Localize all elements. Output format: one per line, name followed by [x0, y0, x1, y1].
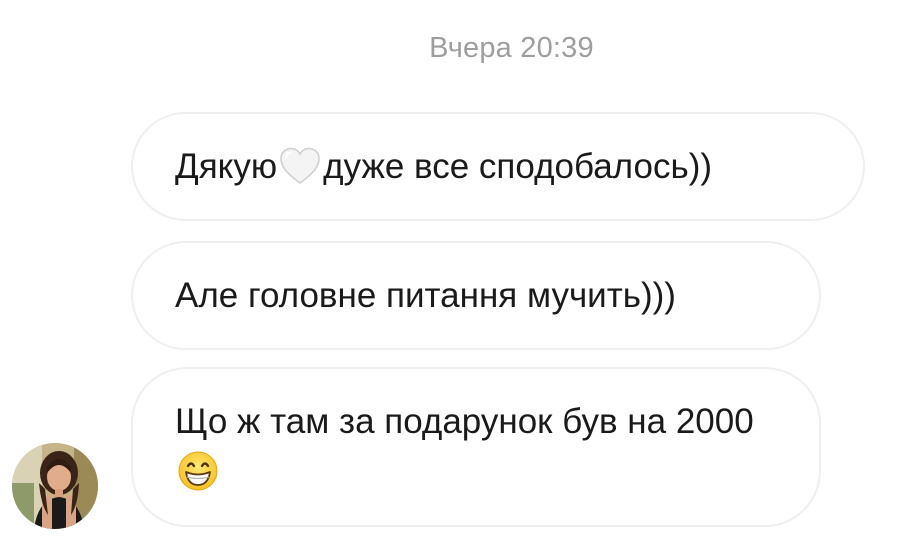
message-timestamp: Вчера 20:39	[429, 32, 594, 64]
white-heart-icon	[278, 146, 322, 186]
message-text: Що ж там за подарунок був на 2000	[175, 397, 777, 497]
message-text: Але головне питання мучить)))	[175, 275, 676, 315]
message-bubble[interactable]: Що ж там за подарунок був на 2000	[131, 367, 821, 527]
grinning-face-icon	[177, 450, 219, 492]
message-text: Дякую дуже все сподобалось))	[175, 146, 713, 186]
message-bubble[interactable]: Дякую дуже все сподобалось))	[131, 112, 865, 221]
message-bubble[interactable]: Але головне питання мучить)))	[131, 241, 821, 350]
avatar[interactable]	[12, 443, 98, 529]
